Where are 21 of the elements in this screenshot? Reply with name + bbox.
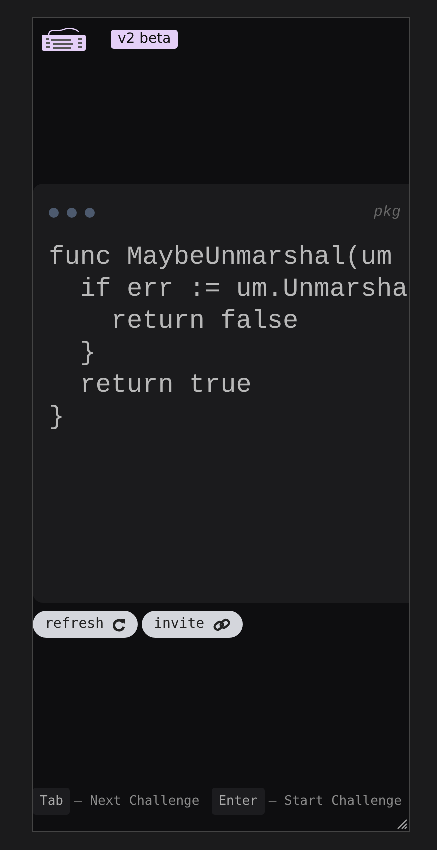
link-icon	[212, 616, 231, 632]
code-line: }	[79, 336, 97, 368]
key-cap: Enter	[212, 788, 265, 815]
shortcut-label: – Next Challenge	[74, 792, 200, 810]
refresh-button[interactable]: refresh	[33, 611, 138, 638]
refresh-icon	[112, 618, 126, 632]
code-line: return true	[79, 368, 253, 400]
key-cap: Tab	[33, 788, 70, 815]
invite-button[interactable]: invite	[142, 611, 243, 638]
window-dot	[85, 208, 95, 218]
file-path: pkg	[374, 203, 401, 223]
code-line: }	[49, 400, 66, 432]
version-badge: v2 beta	[111, 30, 178, 48]
code-line: func MaybeUnmarshal(um	[49, 240, 394, 272]
keyboard-icon	[41, 26, 87, 52]
resize-handle-icon[interactable]	[396, 818, 408, 830]
code-line: return false	[110, 304, 300, 336]
shortcut-label: – Start Challenge	[268, 792, 402, 810]
window-dot	[67, 208, 77, 218]
code-line: if err := um.Unmarsha	[79, 272, 409, 304]
window-dot	[49, 208, 59, 218]
